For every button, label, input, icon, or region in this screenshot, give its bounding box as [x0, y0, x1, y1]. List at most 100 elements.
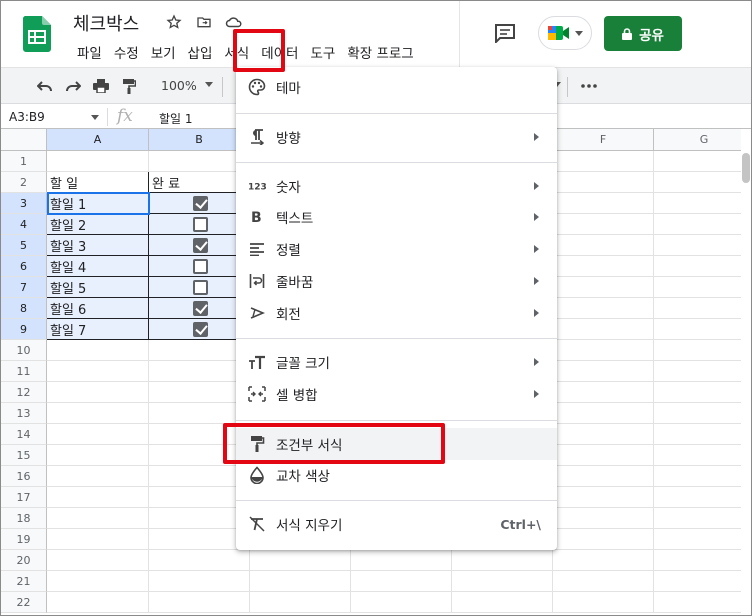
cell-b2[interactable]: 완 료 [149, 172, 250, 193]
print-icon[interactable] [91, 77, 111, 95]
row-header-4[interactable]: 4 [1, 214, 47, 235]
vertical-scrollbar[interactable] [742, 153, 750, 183]
row-header-18[interactable]: 18 [1, 508, 47, 529]
row-header-7[interactable]: 7 [1, 277, 47, 298]
row-header-15[interactable]: 15 [1, 445, 47, 466]
cell-f16[interactable] [553, 466, 654, 487]
cell-b8[interactable] [149, 298, 250, 319]
cell-a16[interactable] [47, 466, 149, 487]
checkbox[interactable] [193, 279, 208, 295]
row-header-2[interactable]: 2 [1, 172, 47, 193]
cell-b6[interactable] [149, 256, 250, 277]
cell-c22[interactable] [250, 592, 351, 613]
cloud-status-icon[interactable] [225, 13, 243, 31]
menu-item-text-rotation[interactable]: 회전 [236, 297, 557, 329]
cell-g21[interactable] [654, 571, 741, 592]
cell-a22[interactable] [47, 592, 149, 613]
cell-f20[interactable] [553, 550, 654, 571]
cell-a4[interactable]: 할일 2 [47, 214, 149, 235]
checkbox[interactable] [193, 258, 208, 274]
cell-b17[interactable] [149, 487, 250, 508]
cell-g19[interactable] [654, 529, 741, 550]
cell-b19[interactable] [149, 529, 250, 550]
cell-a7[interactable]: 할일 5 [47, 277, 149, 298]
cell-a5[interactable]: 할일 3 [47, 235, 149, 256]
cell-g2[interactable] [654, 172, 741, 193]
row-header-20[interactable]: 20 [1, 550, 47, 571]
cell-a18[interactable] [47, 508, 149, 529]
cell-f6[interactable] [553, 256, 654, 277]
cell-g6[interactable] [654, 256, 741, 277]
meet-button[interactable] [538, 16, 592, 50]
cell-b15[interactable] [149, 445, 250, 466]
paint-format-icon[interactable] [119, 77, 139, 95]
checkbox[interactable] [193, 216, 208, 232]
cell-a6[interactable]: 할일 4 [47, 256, 149, 277]
cell-f13[interactable] [553, 403, 654, 424]
cell-a11[interactable] [47, 361, 149, 382]
cell-g10[interactable] [654, 340, 741, 361]
cell-g9[interactable] [654, 319, 741, 340]
cell-f3[interactable] [553, 193, 654, 214]
cell-g1[interactable] [654, 151, 741, 172]
cell-b4[interactable] [149, 214, 250, 235]
row-header-1[interactable]: 1 [1, 151, 47, 172]
row-header-11[interactable]: 11 [1, 361, 47, 382]
cell-g11[interactable] [654, 361, 741, 382]
zoom-select[interactable]: 100% [161, 78, 197, 93]
row-header-17[interactable]: 17 [1, 487, 47, 508]
row-header-6[interactable]: 6 [1, 256, 47, 277]
menu-view[interactable]: 보기 [145, 41, 182, 63]
cell-a20[interactable] [47, 550, 149, 571]
menu-item-number-format[interactable]: 123 숫자 [236, 170, 557, 202]
checkbox[interactable] [193, 195, 208, 211]
cell-b21[interactable] [149, 571, 250, 592]
cell-d20[interactable] [351, 550, 452, 571]
cell-b3[interactable] [149, 193, 250, 214]
formula-input[interactable]: 할일 1 [159, 110, 193, 127]
cell-a15[interactable] [47, 445, 149, 466]
cell-g4[interactable] [654, 214, 741, 235]
cell-g7[interactable] [654, 277, 741, 298]
cell-f21[interactable] [553, 571, 654, 592]
move-folder-icon[interactable] [195, 13, 213, 31]
cell-f9[interactable] [553, 319, 654, 340]
menu-item-paint-roller[interactable]: 조건부 서식 [236, 428, 557, 460]
cell-a12[interactable] [47, 382, 149, 403]
menu-item-palette[interactable]: 테마 [236, 71, 557, 103]
cell-g3[interactable] [654, 193, 741, 214]
cell-b1[interactable] [149, 151, 250, 172]
cell-a21[interactable] [47, 571, 149, 592]
menu-data[interactable]: 데이터 [255, 41, 304, 63]
cell-f1[interactable] [553, 151, 654, 172]
cell-f11[interactable] [553, 361, 654, 382]
row-header-3[interactable]: 3 [1, 193, 47, 214]
name-box[interactable]: A3:B9 [9, 110, 45, 124]
more-options-icon[interactable] [579, 77, 599, 95]
menu-item-clear-format[interactable]: 서식 지우기 Ctrl+\ [236, 508, 557, 540]
document-title[interactable]: 체크박스 [73, 10, 139, 36]
column-header-a[interactable]: A [47, 129, 149, 151]
cell-a19[interactable] [47, 529, 149, 550]
cell-b10[interactable] [149, 340, 250, 361]
row-header-9[interactable]: 9 [1, 319, 47, 340]
menu-item-alternating-colors[interactable]: 교차 색상 [236, 459, 557, 491]
cell-f15[interactable] [553, 445, 654, 466]
cell-g8[interactable] [654, 298, 741, 319]
cell-g16[interactable] [654, 466, 741, 487]
menu-item-text-wrap[interactable]: 줄바꿈 [236, 265, 557, 297]
cell-a2[interactable]: 할 일 [47, 172, 149, 193]
menu-item-align-left[interactable]: 정렬 [236, 233, 557, 265]
cell-f10[interactable] [553, 340, 654, 361]
redo-icon[interactable] [63, 77, 83, 95]
cell-g14[interactable] [654, 424, 741, 445]
row-header-12[interactable]: 12 [1, 382, 47, 403]
cell-f8[interactable] [553, 298, 654, 319]
cell-a17[interactable] [47, 487, 149, 508]
row-header-19[interactable]: 19 [1, 529, 47, 550]
menu-edit[interactable]: 수정 [108, 41, 145, 63]
cell-g12[interactable] [654, 382, 741, 403]
row-header-10[interactable]: 10 [1, 340, 47, 361]
cell-b14[interactable] [149, 424, 250, 445]
cell-c21[interactable] [250, 571, 351, 592]
